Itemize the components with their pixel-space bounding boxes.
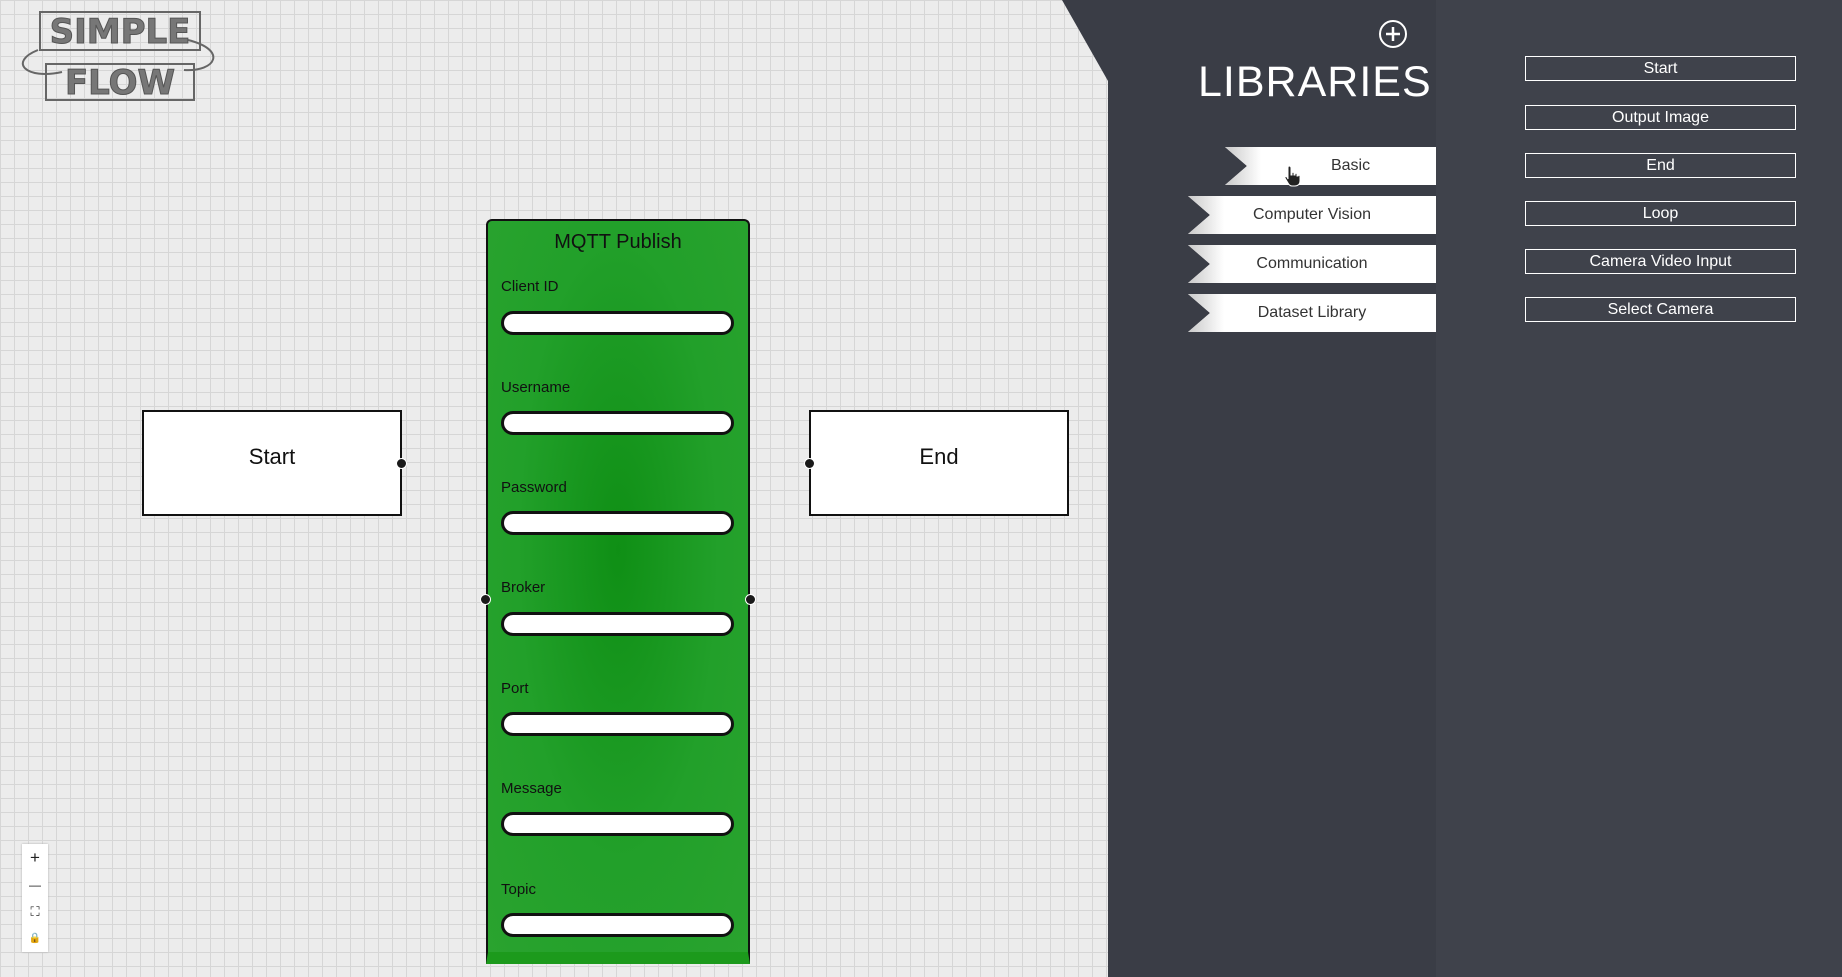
topic-input[interactable] <box>501 913 734 937</box>
message-label: Message <box>501 780 562 797</box>
hand-pointer-icon <box>1284 165 1302 187</box>
library-item-loop[interactable]: Loop <box>1525 201 1796 226</box>
fit-view-button[interactable]: ⛶ <box>22 898 48 925</box>
topic-label: Topic <box>501 881 537 898</box>
zoom-out-button[interactable]: — <box>22 871 48 898</box>
plus-circle-icon[interactable] <box>1378 19 1408 49</box>
libraries-title: LIBRARIES <box>1198 58 1432 106</box>
message-input[interactable] <box>501 812 734 836</box>
client-id-label: Client ID <box>501 278 559 295</box>
end-node-label: End <box>919 444 959 469</box>
mqtt-node-input-port[interactable] <box>480 594 491 605</box>
username-input[interactable] <box>501 411 734 435</box>
mqtt-publish-node[interactable]: MQTT Publish Client ID Username Password… <box>486 219 750 964</box>
broker-label: Broker <box>501 579 546 596</box>
mqtt-node-output-port[interactable] <box>745 594 756 605</box>
password-input[interactable] <box>501 511 734 535</box>
end-node-input-port[interactable] <box>804 458 815 469</box>
library-item-output-image[interactable]: Output Image <box>1525 105 1796 130</box>
start-node-output-port[interactable] <box>396 458 407 469</box>
plus-icon: + <box>30 847 40 867</box>
start-node-label: Start <box>248 444 296 469</box>
port-input[interactable] <box>501 712 734 736</box>
end-node[interactable]: End <box>809 410 1069 516</box>
simple-flow-logo: SIMPLE FLOW <box>16 10 221 104</box>
zoom-controls: + — ⛶ 🔒 <box>22 844 48 952</box>
tab-communication[interactable]: Communication <box>1188 245 1436 283</box>
minus-icon: — <box>29 877 41 892</box>
library-item-camera-video-input[interactable]: Camera Video Input <box>1525 249 1796 274</box>
library-item-start[interactable]: Start <box>1525 56 1796 81</box>
tab-dataset-library-label: Dataset Library <box>1257 304 1367 321</box>
tab-basic-label: Basic <box>1330 157 1371 174</box>
library-item-select-camera[interactable]: Select Camera <box>1525 297 1796 322</box>
client-id-input[interactable] <box>501 311 734 335</box>
library-item-end[interactable]: End <box>1525 153 1796 178</box>
tab-dataset-library[interactable]: Dataset Library <box>1188 294 1436 332</box>
lock-button[interactable]: 🔒 <box>22 925 48 952</box>
logo-text-simple: SIMPLE <box>50 12 191 52</box>
tab-computer-vision-label: Computer Vision <box>1253 206 1371 223</box>
username-label: Username <box>501 379 571 396</box>
tab-communication-label: Communication <box>1256 255 1368 272</box>
library-items-panel <box>1436 0 1842 977</box>
lock-icon: 🔒 <box>28 933 42 944</box>
password-label: Password <box>501 479 567 496</box>
broker-input[interactable] <box>501 612 734 636</box>
fit-view-icon: ⛶ <box>30 903 40 919</box>
start-node[interactable]: Start <box>142 410 402 516</box>
tab-basic[interactable]: Basic <box>1225 147 1436 185</box>
logo-text-flow: FLOW <box>65 63 175 102</box>
zoom-in-button[interactable]: + <box>22 844 48 871</box>
port-label: Port <box>501 680 529 697</box>
mqtt-node-title: MQTT Publish <box>554 231 682 253</box>
tab-computer-vision[interactable]: Computer Vision <box>1188 196 1436 234</box>
